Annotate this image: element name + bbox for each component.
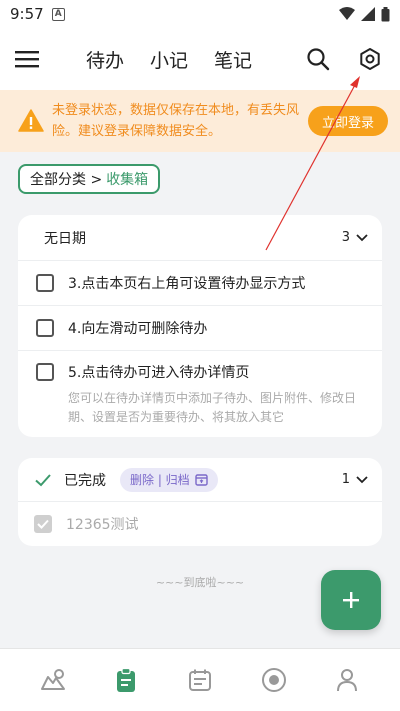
bottom-navigation [0,648,400,711]
completed-checkbox[interactable] [34,515,52,533]
login-button[interactable]: 立即登录 [308,106,388,136]
tab-notes[interactable]: 笔记 [212,42,254,77]
todo-checkbox[interactable] [36,274,54,292]
tab-todo-label: 待办 [86,49,125,72]
nav-focus[interactable] [256,662,292,698]
trend-icon [40,669,65,690]
group-title: 无日期 [44,230,86,247]
tab-notes-label: 笔记 [214,49,253,72]
settings-button[interactable] [356,45,384,73]
notification-badge-icon: A [51,7,65,21]
search-icon [307,48,330,71]
plus-icon [343,592,359,608]
menu-icon [15,51,39,68]
todo-text: 4.向左滑动可删除待办 [68,321,208,337]
todo-item[interactable]: 3.点击本页右上角可设置待办显示方式 [18,261,382,306]
completed-count: 1 [341,472,350,487]
archive-icon [194,474,208,486]
breadcrumb-root: 全部分类 > [30,172,103,188]
completed-title: 已完成 [64,472,106,489]
signal-icon [361,7,375,21]
group-header[interactable]: 无日期 3 [18,215,382,261]
todo-text: 5.点击待办可进入待办详情页 [68,365,250,381]
chevron-down-icon [356,475,368,483]
todo-description: 您可以在待办详情页中添加子待办、图片附件、修改日期、设置是否为重要待办、将其放入… [68,391,357,424]
completed-header[interactable]: 已完成 删除 | 归档 1 [18,458,382,502]
tab-memo[interactable]: 小记 [148,42,190,77]
profile-icon [337,669,358,692]
login-warning-banner: 未登录状态，数据仅保存在本地，有丢失风险。建议登录保障数据安全。 立即登录 [0,90,400,152]
todo-item[interactable]: 5.点击待办可进入待办详情页 [18,351,382,393]
todo-checkbox[interactable] [36,363,54,381]
group-count: 3 [341,230,350,245]
settings-icon [360,48,380,70]
delete-archive-label: 删除 | 归档 [130,473,190,487]
wifi-icon [339,7,355,20]
todo-group-card: 无日期 3 3.点击本页右上角可设置待办显示方式 4.向左滑动可删除待办 5.点… [18,215,382,437]
check-icon [37,519,49,529]
breadcrumb[interactable]: 全部分类 > 收集箱 [18,164,161,194]
clipboard-icon [117,667,136,692]
delete-archive-button[interactable]: 删除 | 归档 [120,467,218,492]
add-todo-button[interactable] [321,570,381,630]
search-button[interactable] [304,45,332,73]
completed-item[interactable]: 12365测试 [18,502,382,546]
top-bar: 待办 小记 笔记 [0,28,400,90]
nav-calendar[interactable] [182,662,218,698]
nav-profile[interactable] [329,662,365,698]
chevron-down-icon [356,233,368,241]
focus-icon [261,668,286,692]
banner-message: 未登录状态，数据仅保存在本地，有丢失风险。建议登录保障数据安全。 [52,103,300,139]
todo-item[interactable]: 4.向左滑动可删除待办 [18,306,382,351]
breadcrumb-current: 收集箱 [106,172,149,188]
completed-item-text: 12365测试 [66,517,139,533]
todo-checkbox[interactable] [36,319,54,337]
completed-card: 已完成 删除 | 归档 1 12365测试 [18,458,382,546]
nav-todo[interactable] [108,662,144,698]
status-bar: 9:57 A [0,0,400,28]
tab-todo[interactable]: 待办 [81,42,129,77]
nav-trend[interactable] [35,662,71,698]
status-time: 9:57 [10,5,44,23]
menu-button[interactable] [12,44,42,74]
calendar-icon [188,669,211,691]
todo-text: 3.点击本页右上角可设置待办显示方式 [68,276,306,292]
main-tabs: 待办 小记 笔记 [81,28,254,90]
tab-memo-label: 小记 [150,49,189,72]
warning-icon [18,109,44,132]
checkmark-icon [35,473,51,486]
battery-icon [381,6,390,21]
